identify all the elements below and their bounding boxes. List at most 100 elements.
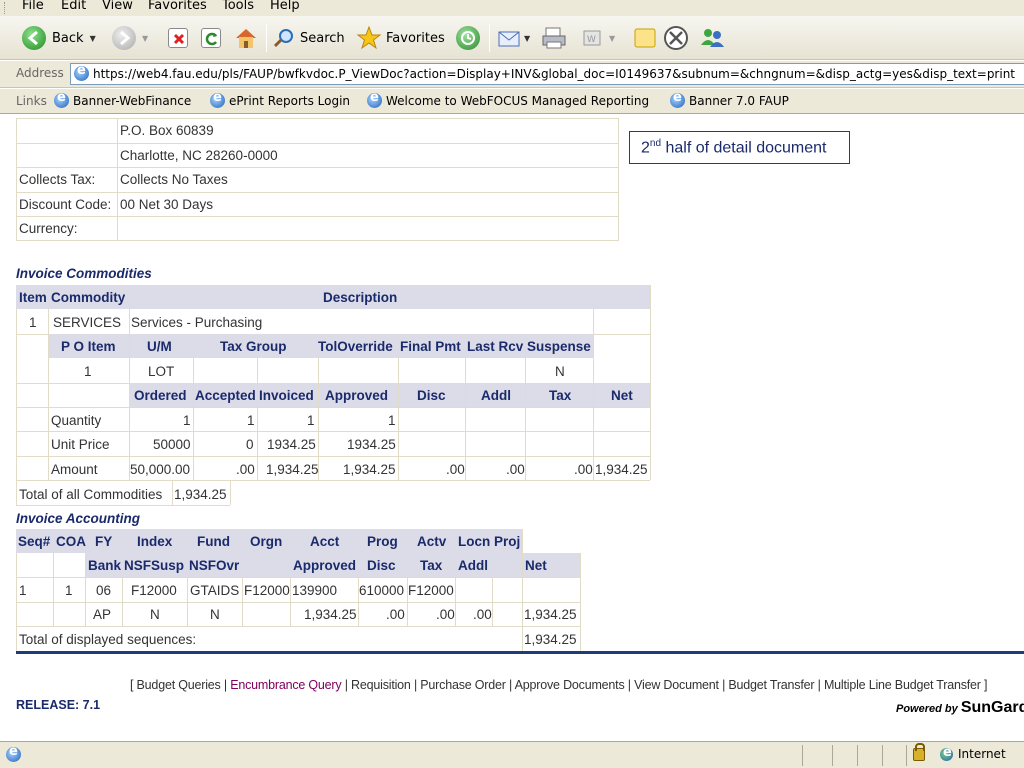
- acct-index: F12000: [131, 583, 177, 598]
- col-acct-approved: Approved: [293, 558, 357, 573]
- suspense-value: N: [555, 364, 565, 379]
- um-value: LOT: [148, 364, 175, 379]
- menu-help[interactable]: Help: [270, 0, 300, 13]
- powered-by-label: Powered by: [896, 703, 958, 715]
- commodities-total-label: Total of all Commodities: [19, 487, 163, 502]
- vendor-address-line1: P.O. Box 60839: [120, 123, 214, 138]
- mail-dropdown-icon[interactable]: ▼: [524, 34, 530, 43]
- menu-edit[interactable]: Edit: [61, 0, 86, 13]
- status-pane: [802, 745, 803, 766]
- col-acct-net: Net: [525, 558, 547, 573]
- status-pane: [832, 745, 833, 766]
- acct-net: 1,934.25: [524, 607, 577, 622]
- col-prog: Prog: [367, 534, 398, 549]
- messenger-people-icon: [701, 29, 724, 47]
- unit-price-invoiced: 1934.25: [267, 437, 316, 452]
- refresh-button[interactable]: [201, 22, 221, 54]
- collects-tax-value: Collects No Taxes: [120, 172, 228, 187]
- search-button[interactable]: Search: [272, 22, 345, 54]
- col-index: Index: [137, 534, 173, 549]
- lock-icon: [913, 743, 925, 761]
- contacts-button[interactable]: [698, 22, 726, 54]
- callout-suffix: nd: [649, 138, 662, 149]
- back-button[interactable]: Back ▼: [22, 22, 96, 54]
- footer-link-view-document[interactable]: View Document: [634, 678, 719, 692]
- footer-divider: [16, 651, 1024, 654]
- print-icon: [542, 27, 566, 49]
- annotation-callout: 2nd half of detail document: [629, 131, 850, 164]
- address-input[interactable]: https://web4.fau.edu/pls/FAUP/bwfkvdoc.P…: [70, 63, 1024, 85]
- col-fy: FY: [95, 534, 113, 549]
- address-bar: Address https://web4.fau.edu/pls/FAUP/bw…: [0, 61, 1024, 88]
- link-label: Welcome to WebFOCUS Managed Reporting: [386, 93, 650, 108]
- footer-link-encumbrance-query[interactable]: Encumbrance Query: [230, 678, 341, 692]
- svg-text:W: W: [587, 35, 596, 45]
- commodities-total-value: 1,934.25: [174, 487, 227, 502]
- forward-dropdown-icon[interactable]: ▼: [142, 34, 148, 43]
- discuss-button[interactable]: [632, 22, 658, 54]
- history-button[interactable]: [456, 22, 480, 54]
- forward-button[interactable]: ▼: [112, 22, 148, 54]
- acct-bank: AP: [93, 607, 112, 622]
- link-label: ePrint Reports Login: [229, 93, 351, 108]
- print-button[interactable]: [541, 22, 567, 54]
- favorites-button[interactable]: Favorites: [356, 22, 445, 54]
- footer-link-budget-transfer[interactable]: Budget Transfer: [728, 678, 814, 692]
- link-webfocus[interactable]: Welcome to WebFOCUS Managed Reporting: [367, 90, 650, 108]
- refresh-icon: [201, 28, 221, 48]
- mail-button[interactable]: ▼: [497, 22, 530, 54]
- home-button[interactable]: [233, 22, 259, 54]
- col-acct: Acct: [310, 534, 340, 549]
- col-actv: Actv: [417, 534, 447, 549]
- link-ie-icon: [367, 90, 382, 108]
- acct-nsf-ovr: N: [210, 607, 220, 622]
- toolbar-separator: [266, 24, 267, 52]
- menu-tools[interactable]: Tools: [222, 0, 254, 13]
- menu-file[interactable]: File: [22, 0, 44, 13]
- back-dropdown-icon[interactable]: ▼: [90, 34, 96, 43]
- status-bar: Internet: [0, 741, 1024, 768]
- link-banner-webfinance[interactable]: Banner-WebFinance: [54, 90, 191, 108]
- link-ie-icon: [670, 90, 685, 108]
- menu-view[interactable]: View: [102, 0, 133, 13]
- link-eprint-reports[interactable]: ePrint Reports Login: [210, 90, 351, 108]
- messenger-button[interactable]: [664, 22, 688, 54]
- col-description: Description: [323, 290, 398, 305]
- col-last-rcv: Last Rcv: [467, 339, 524, 354]
- footer-link-requisition[interactable]: Requisition: [351, 678, 411, 692]
- col-item: Item: [19, 290, 47, 305]
- favorites-star-icon: [356, 25, 382, 50]
- acct-fund: GTAIDS: [190, 583, 240, 598]
- amount-ordered: 50,000.00: [130, 462, 191, 477]
- address-url[interactable]: https://web4.fau.edu/pls/FAUP/bwfkvdoc.P…: [93, 67, 1015, 81]
- col-approved: Approved: [325, 388, 389, 403]
- menu-bar: File Edit View Favorites Tools Help: [0, 0, 1024, 16]
- col-acct-tax: Tax: [420, 558, 443, 573]
- unit-price-approved: 1934.25: [347, 437, 396, 452]
- po-item-value: 1: [84, 364, 92, 379]
- footer-link-multiple-line-budget-transfer[interactable]: Multiple Line Budget Transfer: [824, 678, 981, 692]
- links-bar: Links Banner-WebFinance ePrint Reports L…: [0, 89, 1024, 114]
- stop-button[interactable]: [168, 22, 188, 54]
- footer-link-budget-queries[interactable]: Budget Queries: [137, 678, 221, 692]
- menu-favorites[interactable]: Favorites: [148, 0, 207, 13]
- footer-link-approve-documents[interactable]: Approve Documents: [515, 678, 625, 692]
- edit-button[interactable]: W ▼: [581, 22, 615, 54]
- quantity-label: Quantity: [51, 413, 102, 428]
- home-icon: [236, 29, 256, 48]
- currency-label: Currency:: [19, 221, 78, 236]
- col-final-pmt: Final Pmt: [400, 339, 461, 354]
- amount-tax: .00: [574, 462, 593, 477]
- back-label: Back: [52, 30, 84, 46]
- links-label: Links: [16, 94, 47, 108]
- link-banner-faup[interactable]: Banner 7.0 FAUP: [670, 90, 789, 108]
- edit-dropdown-icon[interactable]: ▼: [609, 34, 615, 43]
- col-addl: Addl: [481, 388, 511, 403]
- col-acct-disc: Disc: [367, 558, 396, 573]
- amount-invoiced: 1,934.25: [266, 462, 319, 477]
- search-icon: [273, 29, 293, 48]
- col-disc: Disc: [417, 388, 446, 403]
- footer-link-purchase-order[interactable]: Purchase Order: [420, 678, 506, 692]
- acct-seq: 1: [19, 583, 27, 598]
- acct-nsf-susp: N: [150, 607, 160, 622]
